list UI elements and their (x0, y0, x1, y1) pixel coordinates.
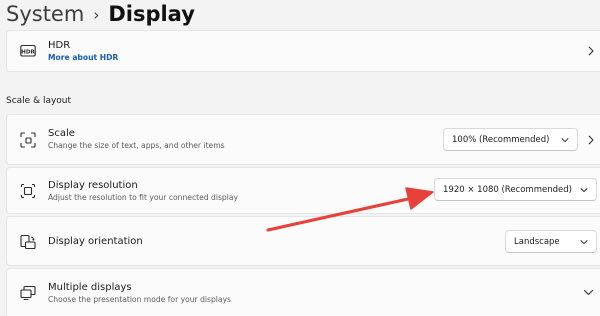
multiple-displays-icon (20, 285, 36, 301)
hdr-title: HDR (48, 40, 71, 51)
orientation-dropdown-value: Landscape (514, 236, 560, 247)
display-resolution-subtitle: Adjust the resolution to fit your connec… (48, 193, 238, 202)
hdr-card[interactable]: HDR HDR More about HDR (6, 30, 600, 72)
scale-title: Scale (48, 128, 75, 139)
chevron-right-icon[interactable] (586, 135, 596, 145)
orientation-icon (20, 234, 36, 250)
display-orientation-title: Display orientation (48, 236, 143, 247)
chevron-down-icon (561, 138, 569, 143)
scale-subtitle: Change the size of text, apps, and other… (48, 141, 225, 150)
multiple-displays-card[interactable]: Multiple displays Choose the presentatio… (6, 268, 600, 316)
resolution-dropdown[interactable]: 1920 × 1080 (Recommended) (434, 178, 597, 201)
multiple-displays-subtitle: Choose the presentation mode for your di… (48, 295, 232, 304)
orientation-dropdown[interactable]: Landscape (505, 230, 597, 253)
display-resolution-card[interactable]: Display resolution Adjust the resolution… (6, 167, 600, 214)
section-header: Scale & layout (6, 96, 72, 106)
scale-dropdown[interactable]: 100% (Recommended) (443, 128, 578, 151)
hdr-icon: HDR (20, 44, 36, 57)
display-orientation-card[interactable]: Display orientation Landscape (6, 216, 600, 266)
breadcrumb-separator: › (93, 6, 100, 24)
scale-card[interactable]: Scale Change the size of text, apps, and… (6, 114, 600, 165)
page-title: Display (108, 2, 195, 26)
resolution-dropdown-value: 1920 × 1080 (Recommended) (443, 184, 572, 195)
svg-text:HDR: HDR (21, 49, 35, 55)
multiple-displays-title: Multiple displays (48, 282, 132, 293)
resolution-icon (20, 183, 36, 199)
scale-icon (20, 132, 36, 148)
scale-dropdown-value: 100% (Recommended) (452, 134, 550, 145)
chevron-right-icon[interactable] (586, 46, 596, 56)
chevron-down-icon (580, 240, 588, 245)
breadcrumb: System › Display (6, 0, 195, 28)
chevron-down-icon (580, 188, 588, 193)
breadcrumb-system[interactable]: System (6, 0, 84, 28)
more-about-hdr-link[interactable]: More about HDR (48, 52, 118, 64)
display-resolution-title: Display resolution (48, 180, 138, 191)
expand-chevron-icon[interactable] (583, 287, 594, 298)
